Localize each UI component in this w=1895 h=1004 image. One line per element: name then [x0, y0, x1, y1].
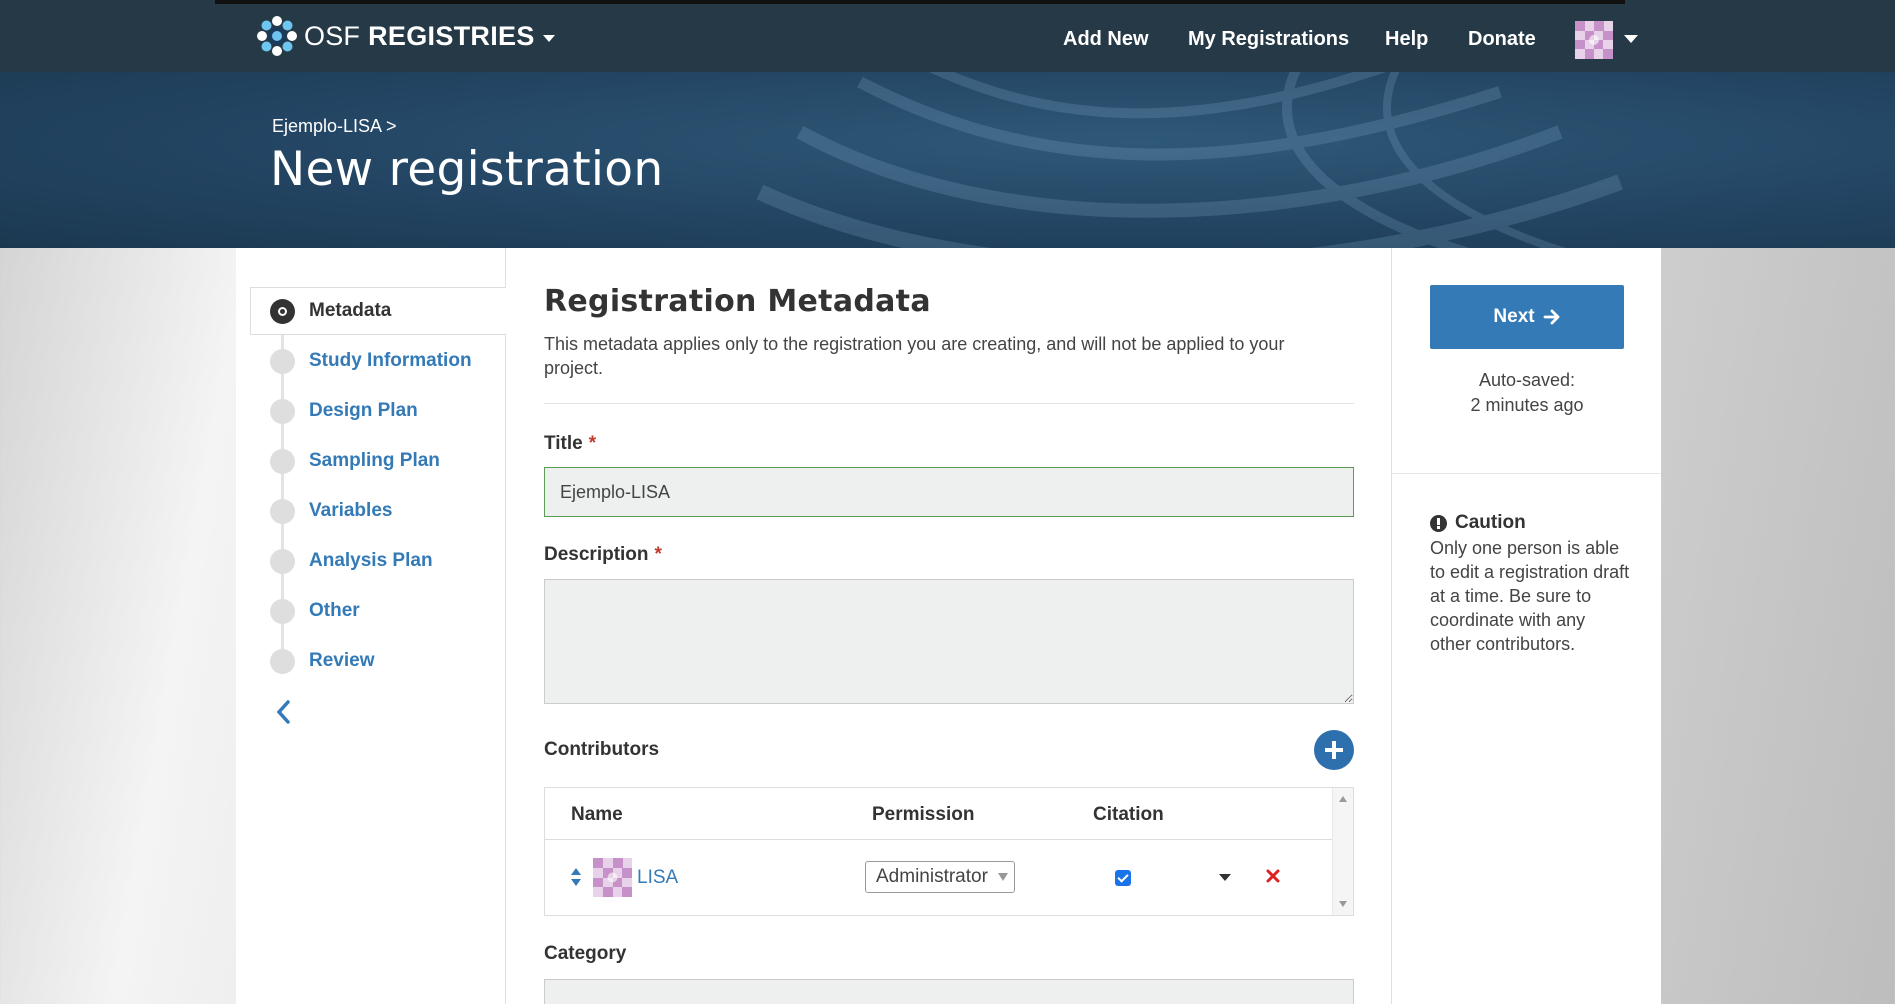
scroll-up-arrow-icon[interactable]	[1339, 796, 1347, 802]
description-textarea[interactable]	[544, 579, 1354, 704]
step-dot-icon	[270, 398, 295, 424]
exclamation-circle-icon	[1430, 514, 1447, 532]
brand-osf-text: OSF	[304, 20, 361, 51]
table-header-divider	[545, 839, 1333, 840]
user-menu-chevron-icon[interactable]	[1624, 35, 1638, 43]
contributors-table: Name Permission Citation LISA Administra…	[544, 787, 1354, 916]
step-sampling-plan[interactable]: Sampling Plan	[270, 447, 440, 475]
caution-title: Caution	[1455, 512, 1526, 533]
section-divider	[544, 403, 1354, 404]
step-variables[interactable]: Variables	[270, 497, 392, 525]
contributor-avatar	[593, 858, 632, 897]
collapse-sidebar-chevron-left-icon[interactable]	[274, 697, 294, 727]
breadcrumb[interactable]: Ejemplo-LISA >	[272, 116, 397, 137]
title-label-text: Title	[544, 433, 583, 454]
user-avatar[interactable]	[1575, 21, 1613, 59]
caution-text: Only one person is able to edit a regist…	[1430, 538, 1630, 654]
step-dot-icon	[270, 448, 295, 474]
autosave-time: 2 minutes ago	[1470, 395, 1584, 415]
required-marker: *	[654, 544, 662, 565]
step-dot-icon	[270, 598, 295, 624]
top-edge-line	[215, 0, 1625, 4]
title-input[interactable]	[544, 467, 1354, 517]
step-label: Sampling Plan	[309, 450, 440, 471]
step-label: Design Plan	[309, 400, 418, 421]
table-scrollbar[interactable]	[1332, 788, 1353, 915]
nav-donate[interactable]: Donate	[1468, 28, 1536, 51]
section-title: Registration Metadata	[544, 284, 931, 319]
next-button[interactable]: Next	[1430, 285, 1624, 349]
top-navbar: OSF REGISTRIES Add New My Registrations …	[0, 0, 1895, 72]
step-analysis-plan[interactable]: Analysis Plan	[270, 547, 433, 575]
contributor-name-link[interactable]: LISA	[637, 867, 678, 889]
step-label: Other	[309, 600, 360, 621]
step-label: Metadata	[309, 300, 392, 321]
section-description: This metadata applies only to the regist…	[544, 334, 1285, 378]
brand-product-text: REGISTRIES	[368, 20, 535, 51]
title-field-label: Title *	[544, 433, 596, 455]
citation-checkbox[interactable]	[1115, 870, 1131, 886]
arrow-right-icon	[1543, 309, 1559, 325]
step-other[interactable]: Other	[270, 597, 360, 625]
scroll-down-arrow-icon[interactable]	[1339, 901, 1347, 907]
add-contributor-button[interactable]	[1314, 730, 1354, 770]
step-label: Variables	[309, 500, 393, 521]
step-review[interactable]: Review	[270, 647, 374, 675]
remove-contributor-close-icon[interactable]	[1265, 868, 1281, 884]
step-dot-icon	[270, 648, 295, 674]
permission-select[interactable]: Administrator	[865, 861, 1015, 893]
required-marker: *	[588, 433, 597, 454]
step-current-icon	[270, 298, 295, 324]
step-study-information[interactable]: Study Information	[270, 347, 472, 375]
select-caret-icon	[998, 873, 1008, 881]
column-header-citation: Citation	[1093, 804, 1164, 825]
next-button-label: Next	[1493, 306, 1535, 327]
osf-registries-brand-menu[interactable]: OSF REGISTRIES	[254, 16, 555, 56]
nav-my-registrations[interactable]: My Registrations	[1188, 28, 1349, 51]
category-label: Category	[544, 943, 627, 964]
step-metadata[interactable]: Metadata	[270, 297, 391, 325]
reorder-handle-icon[interactable]	[571, 868, 581, 886]
permission-selected-value: Administrator	[876, 866, 988, 887]
nav-add-new[interactable]: Add New	[1063, 28, 1149, 51]
step-label: Review	[309, 650, 375, 671]
column-header-name: Name	[571, 804, 623, 825]
column-header-permission: Permission	[872, 804, 975, 825]
description-field-label: Description *	[544, 544, 662, 566]
sidebar-divider	[1392, 473, 1660, 474]
step-label: Study Information	[309, 350, 472, 371]
chevron-down-icon	[542, 34, 555, 42]
caution-header: Caution	[1430, 512, 1526, 534]
row-options-chevron-down-icon[interactable]	[1219, 874, 1231, 881]
step-label: Analysis Plan	[309, 550, 433, 571]
step-design-plan[interactable]: Design Plan	[270, 397, 418, 425]
step-dot-icon	[270, 348, 295, 374]
autosave-status: Auto-saved: 2 minutes ago	[1430, 368, 1624, 418]
page-title: New registration	[270, 142, 664, 197]
step-dot-icon	[270, 548, 295, 574]
category-select[interactable]	[544, 979, 1354, 1004]
nav-help[interactable]: Help	[1385, 28, 1428, 51]
osf-logo-icon	[257, 16, 297, 56]
autosave-label: Auto-saved:	[1478, 370, 1576, 390]
step-dot-icon	[270, 498, 295, 524]
description-label-text: Description	[544, 544, 649, 565]
contributors-label: Contributors	[544, 739, 660, 760]
page-header-banner: Ejemplo-LISA > New registration	[0, 72, 1895, 248]
